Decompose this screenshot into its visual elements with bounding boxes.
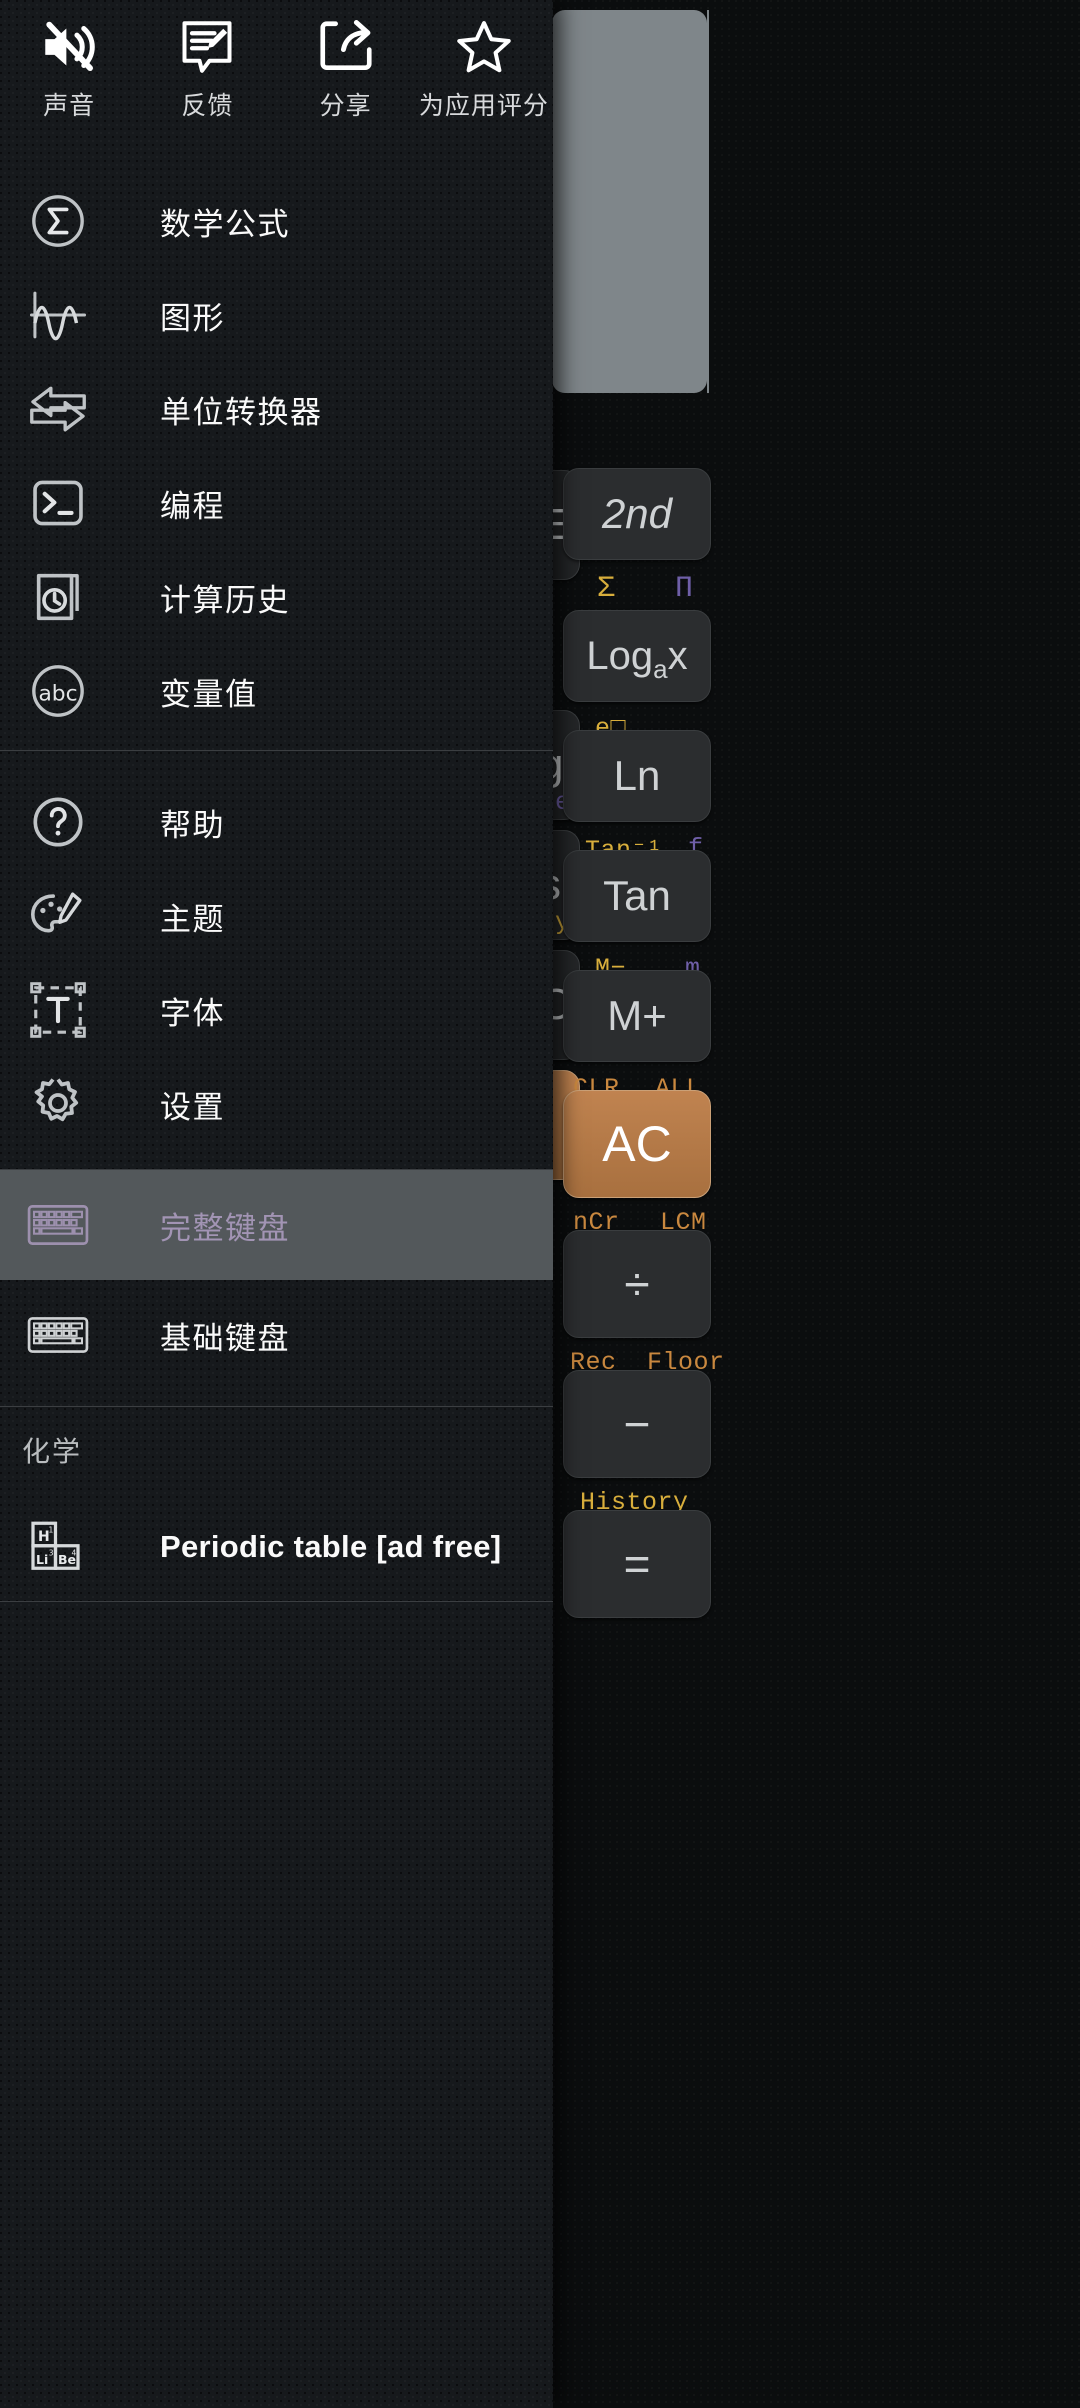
menu-item-font[interactable]: 字体 <box>0 963 553 1057</box>
menu-item-help[interactable]: 帮助 <box>0 775 553 869</box>
navigation-drawer: 声音 反馈 分享 为应用评分 数学公式 图形 单位转换器 编程 计算历史 abc… <box>0 0 553 2408</box>
question-circle-icon <box>22 793 94 851</box>
section-label: 化学 <box>22 1436 83 1467</box>
menu-item-programming[interactable]: 编程 <box>0 456 553 550</box>
menu-item-variable-values[interactable]: abc 变量值 <box>0 644 553 738</box>
menu-item-label: 帮助 <box>160 807 225 843</box>
menu-item-label: 基础键盘 <box>160 1320 290 1356</box>
drawer-top-actions: 声音 反馈 分享 为应用评分 <box>0 0 553 128</box>
menu-item-label: 设置 <box>160 1089 225 1125</box>
gear-icon <box>22 1074 94 1134</box>
menu-item-settings[interactable]: 设置 <box>0 1057 553 1151</box>
svg-text:4: 4 <box>72 1549 77 1558</box>
key-label: Ln <box>613 752 661 799</box>
menu-item-periodic-table[interactable]: H 1 Li 3 Be 4 Periodic table [ad free] <box>0 1493 553 1601</box>
menu-item-theme[interactable]: 主题 <box>0 869 553 963</box>
abc-circle-icon: abc <box>22 662 94 720</box>
share-icon <box>315 18 377 76</box>
sup-sigma: Σ <box>597 572 616 606</box>
key-tan[interactable]: Tan <box>563 850 711 942</box>
graph-wave-icon <box>22 289 94 341</box>
menu-item-label: 字体 <box>160 995 225 1031</box>
action-label: 声音 <box>43 92 96 120</box>
key-label: AC <box>602 1116 672 1172</box>
action-label: 为应用评分 <box>418 92 549 120</box>
menu-item-calculation-history[interactable]: 计算历史 <box>0 550 553 644</box>
key-label: 2nd <box>601 490 673 537</box>
divider <box>0 750 553 751</box>
key-minus[interactable]: − <box>563 1370 711 1478</box>
divider <box>0 1601 553 1602</box>
action-label: 反馈 <box>181 92 234 120</box>
sound-muted-icon <box>36 18 102 76</box>
menu-item-label: 计算历史 <box>160 582 290 618</box>
key-equals[interactable]: = <box>563 1510 711 1618</box>
section-header-chemistry: 化学 <box>0 1407 553 1493</box>
key-all-clear[interactable]: AC <box>563 1090 711 1198</box>
full-keyboard-icon <box>22 1202 94 1248</box>
key-divide[interactable]: ÷ <box>563 1230 711 1338</box>
terminal-icon <box>22 474 94 532</box>
key-label: Tan <box>603 872 671 919</box>
calculator-display-edge <box>707 10 709 393</box>
key-label: M+ <box>607 992 667 1039</box>
menu-item-math-formulas[interactable]: 数学公式 <box>0 174 553 268</box>
action-rate-app[interactable]: 为应用评分 <box>415 18 553 122</box>
basic-keyboard-icon <box>22 1312 94 1358</box>
svg-text:1: 1 <box>49 1525 54 1534</box>
sup-pi-product: Π <box>675 572 694 606</box>
calculator-display <box>552 10 707 393</box>
menu-item-label: 完整键盘 <box>160 1210 290 1246</box>
svg-text:abc: abc <box>38 682 77 707</box>
feedback-icon <box>177 18 237 76</box>
action-label: 分享 <box>319 92 372 120</box>
menu-item-full-keyboard[interactable]: 完整键盘 <box>0 1170 553 1280</box>
menu-item-label: 主题 <box>160 901 225 937</box>
font-frame-icon <box>22 981 94 1039</box>
key-memory-plus[interactable]: M+ <box>563 970 711 1062</box>
key-log-a-x[interactable]: Log a x <box>563 610 711 702</box>
star-icon <box>453 18 515 76</box>
svg-text:3: 3 <box>49 1549 54 1558</box>
menu-item-unit-converter[interactable]: 单位转换器 <box>0 362 553 456</box>
key-label: − <box>623 1398 651 1450</box>
key-2nd[interactable]: 2nd <box>563 468 711 560</box>
key-label: = <box>623 1538 651 1590</box>
menu-item-label: 编程 <box>160 488 225 524</box>
key-label: ÷ <box>624 1258 650 1310</box>
exchange-arrows-icon <box>22 384 94 434</box>
action-feedback[interactable]: 反馈 <box>138 18 276 122</box>
palette-brush-icon <box>22 888 94 944</box>
sigma-circle-icon <box>22 192 94 250</box>
menu-item-label: 数学公式 <box>160 206 290 242</box>
svg-text:Li: Li <box>36 1552 48 1567</box>
menu-item-label: 变量值 <box>160 676 258 712</box>
periodic-table-icon: H 1 Li 3 Be 4 <box>22 1518 94 1576</box>
menu-item-label: 图形 <box>160 300 225 336</box>
menu-item-basic-keyboard[interactable]: 基础键盘 <box>0 1280 553 1390</box>
action-share[interactable]: 分享 <box>277 18 415 122</box>
menu-item-graph[interactable]: 图形 <box>0 268 553 362</box>
history-book-clock-icon <box>22 568 94 626</box>
action-sound[interactable]: 声音 <box>0 18 138 122</box>
calculator-keypad: E g s O e y l 2nd Σ Π Logax <box>530 430 1080 2408</box>
key-label: Log a x <box>586 633 688 684</box>
menu-item-label: 单位转换器 <box>160 394 323 430</box>
menu-item-label: Periodic table [ad free] <box>160 1529 502 1564</box>
key-ln[interactable]: Ln <box>563 730 711 822</box>
